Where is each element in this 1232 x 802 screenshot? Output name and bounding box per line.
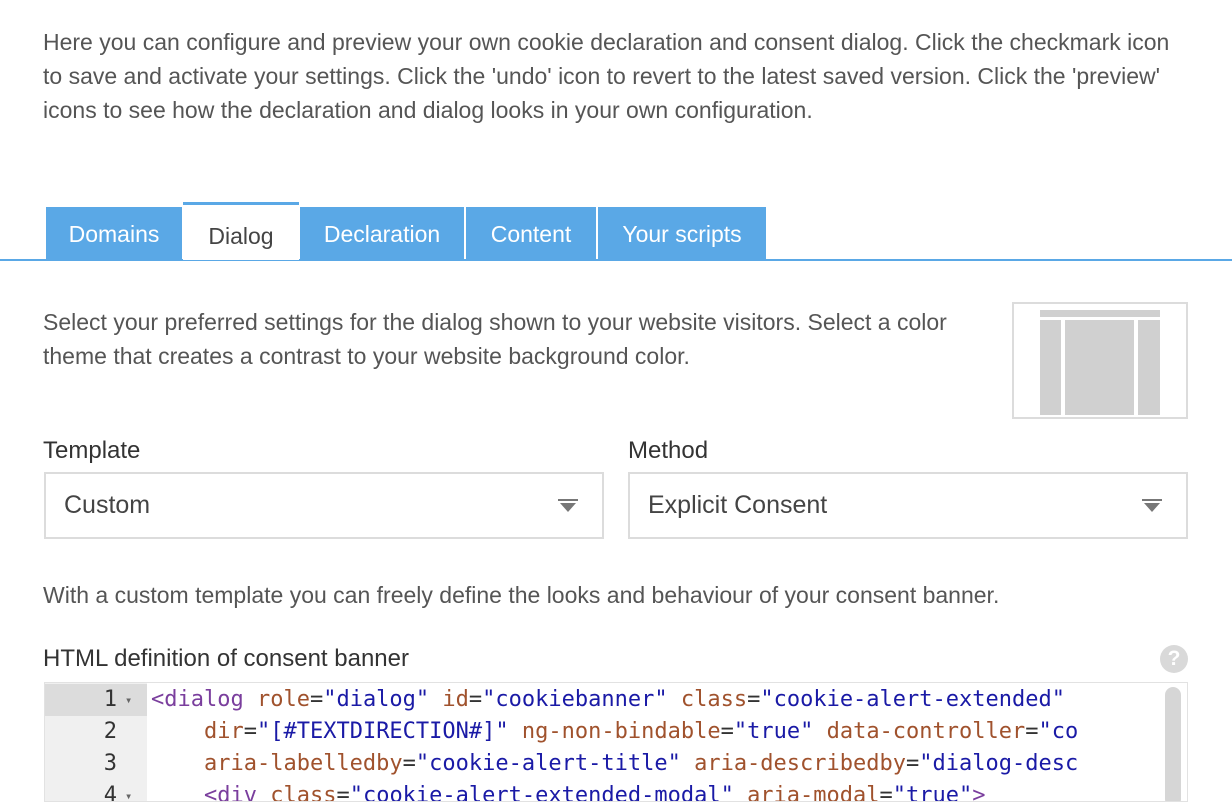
method-select[interactable]: Explicit Consent	[628, 472, 1188, 539]
line-number-cell: 3	[45, 748, 147, 780]
code-line[interactable]: 3 aria-labelledby="cookie-alert-title" a…	[45, 748, 1187, 780]
code-text: <dialog role="dialog" id="cookiebanner" …	[151, 687, 1065, 712]
caret-down-icon	[1142, 499, 1162, 512]
question-mark-icon[interactable]: ?	[1160, 645, 1188, 673]
method-label: Method	[628, 437, 709, 464]
tab-your-scripts[interactable]: Your scripts	[598, 207, 766, 261]
html-code-editor[interactable]: 1 ▾ <dialog role="dialog" id="cookiebanner…	[44, 682, 1188, 802]
custom-template-note: With a custom template you can freely de…	[43, 582, 1000, 608]
layout-preview-thumbnail[interactable]	[1012, 302, 1188, 419]
tab-content[interactable]: Content	[466, 207, 596, 261]
code-line[interactable]: 2 dir="[#TEXTDIRECTION#]" ng-non-bindabl…	[45, 716, 1187, 748]
html-definition-label: HTML definition of consent banner	[43, 645, 409, 672]
dialog-description: Select your preferred settings for the d…	[43, 309, 947, 369]
code-text: dir="[#TEXTDIRECTION#]" ng-non-bindable=…	[203, 719, 1079, 744]
intro-text: Here you can configure and preview your …	[43, 29, 1170, 123]
code-line[interactable]: 4 ▾ <div class="cookie-alert-extended-mod…	[45, 780, 1187, 802]
fold-arrow-icon[interactable]: ▾	[125, 684, 132, 716]
line-number-cell: 4 ▾	[45, 780, 147, 802]
layout-thumb-right-column	[1138, 320, 1160, 415]
layout-thumb-main-column	[1065, 320, 1134, 415]
line-number-cell: 1 ▾	[45, 684, 147, 716]
line-number: 1	[103, 687, 117, 712]
tab-dialog[interactable]: Dialog	[183, 202, 299, 260]
code-text: <div class="cookie-alert-extended-modal"…	[203, 783, 986, 802]
tab-bar: Domains Dialog Declaration Content Your …	[0, 202, 1232, 261]
template-select-value: Custom	[64, 491, 151, 519]
tab-domains[interactable]: Domains	[46, 207, 182, 261]
layout-thumb-left-column	[1040, 320, 1061, 415]
template-select[interactable]: Custom	[44, 472, 604, 539]
fold-arrow-icon[interactable]: ▾	[125, 780, 132, 801]
method-select-value: Explicit Consent	[648, 491, 828, 519]
tab-declaration[interactable]: Declaration	[300, 207, 464, 261]
line-number: 2	[103, 719, 117, 744]
line-number-cell: 2	[45, 716, 147, 748]
line-number: 3	[103, 751, 117, 776]
code-text: aria-labelledby="cookie-alert-title" ari…	[203, 751, 1079, 776]
layout-thumb-top-bar	[1040, 310, 1160, 317]
code-line[interactable]: 1 ▾ <dialog role="dialog" id="cookiebanner…	[45, 684, 1187, 716]
template-label: Template	[43, 437, 141, 464]
line-number: 4	[103, 783, 117, 802]
editor-scrollbar[interactable]	[1165, 687, 1181, 801]
caret-down-icon	[558, 499, 578, 512]
